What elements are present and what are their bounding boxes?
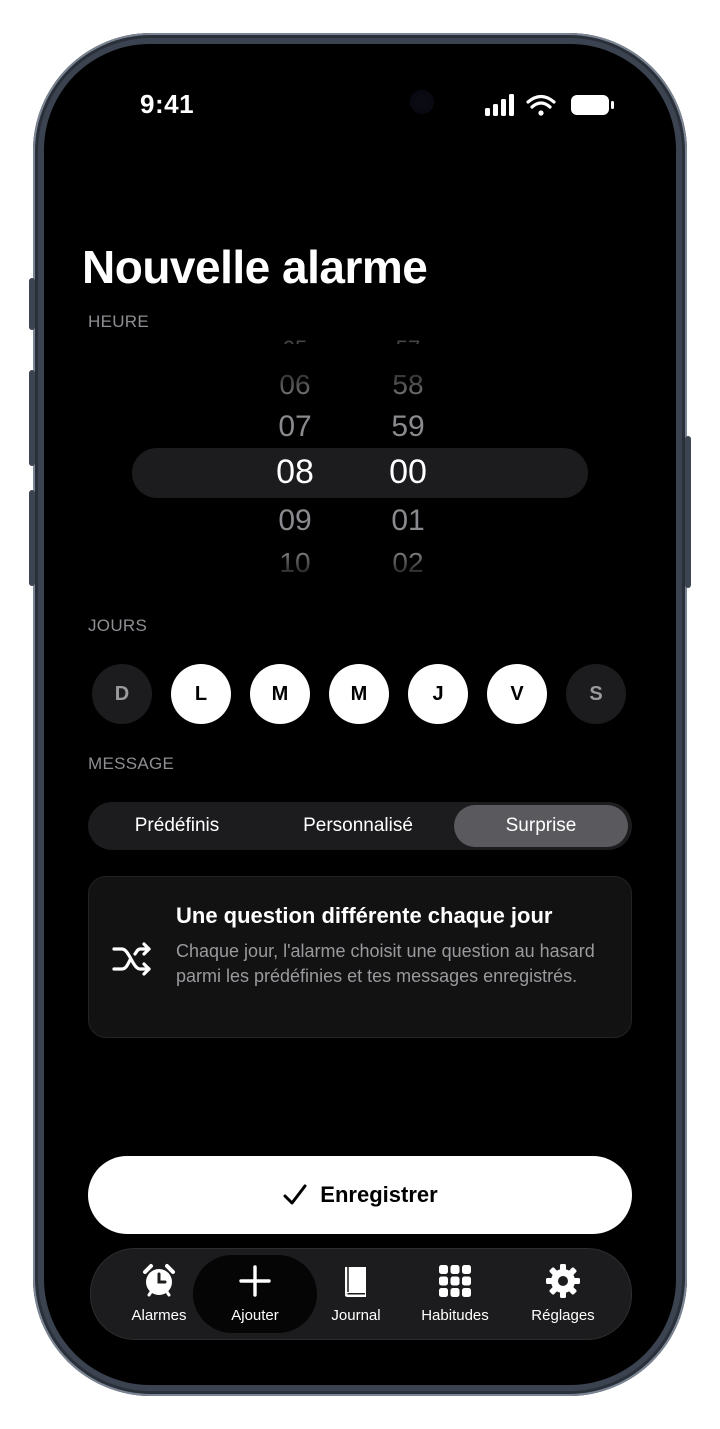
day-toggle-mardi[interactable]: M xyxy=(250,664,310,724)
minute-selected[interactable]: 00 xyxy=(368,453,448,492)
day-toggle-vendredi[interactable]: V xyxy=(487,664,547,724)
tab-label: Réglages xyxy=(531,1307,595,1324)
heure-label: HEURE xyxy=(88,312,150,331)
picker-fade-bottom xyxy=(132,549,588,589)
volume-up-button xyxy=(29,370,35,466)
hour-selected[interactable]: 08 xyxy=(255,453,335,492)
minute-item[interactable]: 59 xyxy=(368,410,448,444)
camera-icon xyxy=(410,90,434,114)
jours-label: JOURS xyxy=(88,616,148,635)
day-toggle-samedi[interactable]: S xyxy=(566,664,626,724)
card-description: Chaque jour, l'alarme choisit une questi… xyxy=(176,941,595,986)
plus-icon xyxy=(239,1265,271,1297)
tab-ajouter[interactable]: Ajouter xyxy=(205,1249,305,1339)
book-icon xyxy=(345,1267,366,1297)
shuffle-icon xyxy=(112,942,151,976)
page-title: Nouvelle alarme xyxy=(82,241,428,293)
hour-item[interactable]: 09 xyxy=(255,504,335,538)
time-picker[interactable]: 05 06 07 08 09 10 57 58 59 00 01 02 xyxy=(132,336,588,589)
hour-item[interactable]: 07 xyxy=(255,410,335,444)
save-button[interactable]: Enregistrer xyxy=(88,1156,632,1234)
gear-icon xyxy=(546,1264,580,1298)
save-button-label: Enregistrer xyxy=(320,1182,438,1207)
wifi-icon xyxy=(526,94,556,116)
tab-label: Habitudes xyxy=(421,1307,489,1324)
segment-personnalise[interactable]: Personnalisé xyxy=(270,805,446,847)
screen: 9:41 Nouvelle alarme HEURE 05 06 07 08 0… xyxy=(44,44,676,1385)
segment-surprise[interactable]: Surprise xyxy=(454,805,628,847)
tab-habitudes[interactable]: Habitudes xyxy=(405,1249,505,1339)
tab-journal[interactable]: Journal xyxy=(311,1249,401,1339)
day-toggle-lundi[interactable]: L xyxy=(171,664,231,724)
tab-reglages[interactable]: Réglages xyxy=(513,1249,613,1339)
power-button xyxy=(685,436,691,588)
tab-alarmes[interactable]: Alarmes xyxy=(119,1249,199,1339)
tab-label: Ajouter xyxy=(231,1307,279,1324)
picker-selection-band xyxy=(132,448,588,498)
day-toggle-dimanche[interactable]: D xyxy=(92,664,152,724)
surprise-info-card: Une question différente chaque jour Chaq… xyxy=(88,876,632,1038)
card-title: Une question différente chaque jour xyxy=(176,903,553,928)
day-toggle-mercredi[interactable]: M xyxy=(329,664,389,724)
picker-fade-top xyxy=(132,344,588,404)
alarm-clock-icon xyxy=(143,1264,175,1297)
message-type-segmented-control: Prédéfinis Personnalisé Surprise xyxy=(88,802,632,850)
battery-icon xyxy=(571,95,614,115)
cellular-signal-icon xyxy=(485,94,514,116)
status-time: 9:41 xyxy=(140,89,195,119)
volume-down-button xyxy=(29,490,35,586)
status-icons xyxy=(485,94,614,116)
check-icon xyxy=(283,1184,307,1205)
action-button xyxy=(29,278,35,330)
tab-label: Journal xyxy=(331,1307,381,1324)
day-toggle-jeudi[interactable]: J xyxy=(408,664,468,724)
day-selector: D L M M J V S xyxy=(92,664,628,726)
tab-bar: Alarmes Ajouter Journal Habitudes Réglag… xyxy=(90,1248,632,1340)
message-label: MESSAGE xyxy=(88,754,175,773)
segment-predefinis[interactable]: Prédéfinis xyxy=(92,805,262,847)
grid-icon xyxy=(439,1265,471,1297)
tab-label: Alarmes xyxy=(131,1307,187,1324)
minute-item[interactable]: 01 xyxy=(368,504,448,538)
